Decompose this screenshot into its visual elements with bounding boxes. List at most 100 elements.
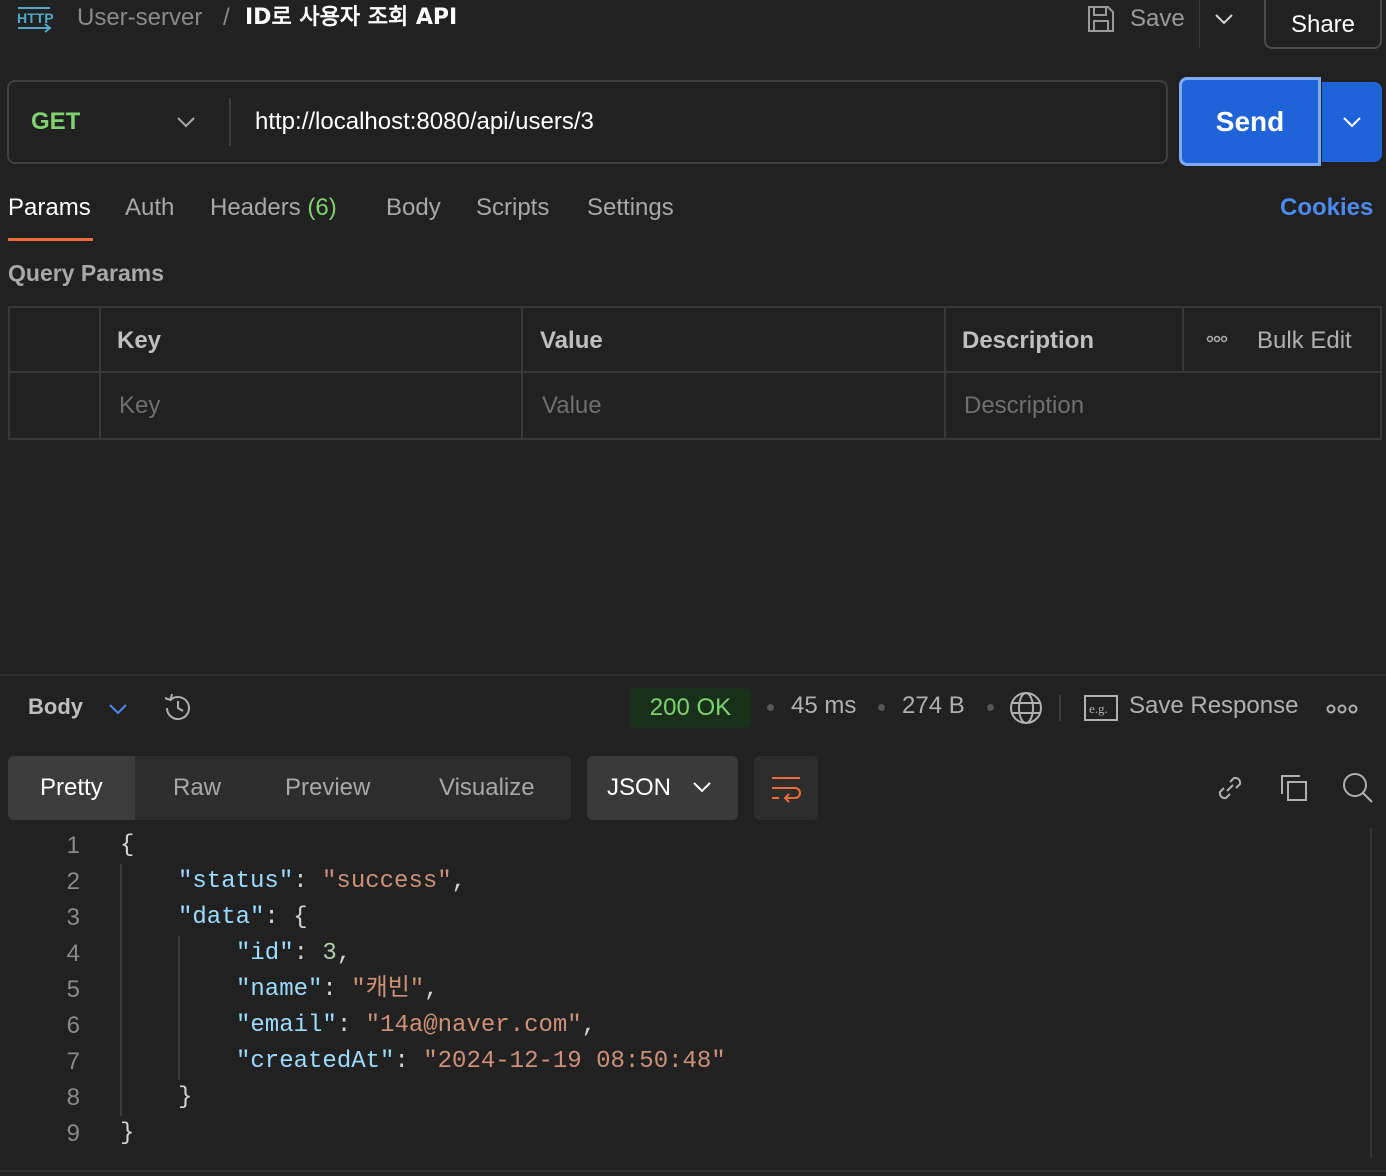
tab-params[interactable]: Params — [8, 194, 91, 222]
column-divider — [99, 308, 101, 438]
table-row: Key Value Description — [10, 373, 1380, 438]
column-key: Key — [117, 327, 162, 354]
code-content: "email": "14a@naver.com", — [236, 1012, 597, 1039]
tab-settings[interactable]: Settings — [587, 194, 674, 222]
line-number: 2 — [66, 868, 80, 895]
code-content: "id": 3, — [236, 940, 352, 967]
save-label: Save — [1130, 5, 1185, 32]
value-input[interactable]: Value — [542, 373, 602, 438]
code-line: 3 "data": { — [0, 900, 1370, 936]
bottom-divider — [0, 1170, 1386, 1172]
url-input[interactable] — [255, 82, 1135, 162]
response-time[interactable]: 45 ms — [791, 692, 856, 720]
code-line: 6 "email": "14a@naver.com", — [0, 1008, 1370, 1044]
url-divider — [229, 98, 231, 146]
indent-guide — [120, 864, 122, 1116]
line-number: 8 — [66, 1084, 80, 1111]
meta-separator-dot — [878, 704, 885, 711]
top-bar: HTTP User-server / ID로 사용자 조회 API Save S… — [0, 0, 1386, 50]
more-icon[interactable] — [1326, 702, 1358, 716]
key-input[interactable]: Key — [119, 373, 160, 438]
history-icon[interactable] — [161, 691, 195, 725]
code-content: } — [120, 1120, 135, 1147]
response-size[interactable]: 274 B — [902, 692, 965, 720]
view-tab-preview[interactable]: Preview — [285, 756, 370, 820]
chevron-down-icon[interactable] — [106, 698, 130, 720]
http-icon: HTTP — [17, 7, 54, 33]
code-content: "name": "캐빈", — [236, 976, 439, 1003]
line-number: 1 — [66, 832, 80, 859]
save-icon — [1088, 6, 1114, 32]
tab-headers-label: Headers — [210, 194, 301, 221]
view-mode-tabs: Pretty Raw Preview Visualize — [8, 756, 571, 820]
code-line: 8} — [0, 1080, 1370, 1116]
active-tab-indicator — [8, 238, 93, 241]
view-tab-visualize[interactable]: Visualize — [439, 756, 535, 820]
code-content: "status": "success", — [178, 868, 467, 895]
code-line: 1{ — [0, 828, 1370, 864]
pane-divider[interactable] — [0, 674, 1386, 676]
globe-icon[interactable] — [1008, 690, 1044, 726]
table-header-row: Key Value Description Bulk Edit — [10, 308, 1380, 373]
save-response-button[interactable]: Save Response — [1129, 692, 1298, 720]
status-badge[interactable]: 200 OK — [630, 688, 751, 728]
share-button[interactable]: Share — [1264, 0, 1382, 49]
line-number: 7 — [66, 1048, 80, 1075]
tab-scripts[interactable]: Scripts — [476, 194, 549, 222]
code-content: "data": { — [178, 904, 308, 931]
save-divider — [1199, 0, 1200, 48]
response-body-viewer[interactable]: 1{2 "status": "success", 3 "data": {4 "id": … — [0, 828, 1370, 1158]
query-params-title: Query Params — [8, 260, 164, 286]
line-number: 9 — [66, 1120, 80, 1147]
line-number: 5 — [66, 976, 80, 1003]
tab-headers[interactable]: Headers (6) — [210, 194, 337, 222]
meta-separator-dot — [767, 704, 774, 711]
chevron-down-icon[interactable] — [1212, 8, 1236, 30]
code-content: { — [120, 832, 135, 859]
send-options-button[interactable] — [1322, 82, 1382, 162]
view-tab-raw[interactable]: Raw — [173, 756, 221, 820]
column-divider — [1182, 308, 1184, 373]
response-body-select[interactable]: Body — [28, 694, 83, 720]
wrap-lines-button[interactable] — [754, 756, 818, 820]
more-icon[interactable] — [1206, 332, 1228, 346]
tab-body[interactable]: Body — [386, 194, 441, 222]
code-scrollbar[interactable] — [1370, 828, 1372, 1158]
save-button[interactable]: Save — [1086, 2, 1185, 36]
query-params-table: Key Value Description Bulk Edit Key Valu… — [8, 306, 1382, 440]
column-description: Description — [962, 327, 1095, 354]
breadcrumb-collection[interactable]: User-server — [77, 3, 202, 33]
format-select[interactable]: JSON — [587, 756, 738, 820]
meta-divider — [1059, 695, 1061, 721]
request-tabs: Params Auth Headers (6) Body Scripts Set… — [0, 186, 1386, 242]
indent-guide — [178, 936, 180, 1080]
tab-auth[interactable]: Auth — [125, 194, 174, 222]
column-value: Value — [540, 327, 603, 354]
svg-text:e.g.: e.g. — [1089, 701, 1108, 716]
column-divider — [944, 308, 946, 438]
send-button[interactable]: Send — [1179, 77, 1321, 166]
request-title[interactable]: ID로 사용자 조회 API — [245, 3, 457, 33]
copy-icon[interactable] — [1277, 771, 1311, 805]
headers-count: (6) — [307, 194, 337, 221]
code-line: 9} — [0, 1116, 1370, 1152]
search-icon[interactable] — [1341, 771, 1375, 805]
line-number: 3 — [66, 904, 80, 931]
format-label: JSON — [607, 774, 672, 801]
line-number: 6 — [66, 1012, 80, 1039]
code-line: 5 "name": "캐빈", — [0, 972, 1370, 1008]
link-icon[interactable] — [1213, 771, 1247, 805]
cookies-link[interactable]: Cookies — [1280, 194, 1373, 222]
code-line: 7 "createdAt": "2024-12-19 08:50:48" — [0, 1044, 1370, 1080]
example-icon: e.g. — [1084, 695, 1118, 721]
description-input[interactable]: Description — [964, 373, 1084, 438]
chevron-down-icon[interactable] — [175, 112, 197, 132]
bulk-edit-button[interactable]: Bulk Edit — [1257, 308, 1352, 373]
breadcrumb-separator: / — [223, 4, 230, 31]
chevron-down-icon — [1343, 117, 1361, 128]
code-content: } — [178, 1084, 193, 1111]
method-select[interactable]: GET — [31, 82, 80, 162]
view-tab-pretty[interactable]: Pretty — [8, 756, 135, 820]
meta-separator-dot — [987, 704, 994, 711]
svg-text:HTTP: HTTP — [17, 10, 54, 26]
